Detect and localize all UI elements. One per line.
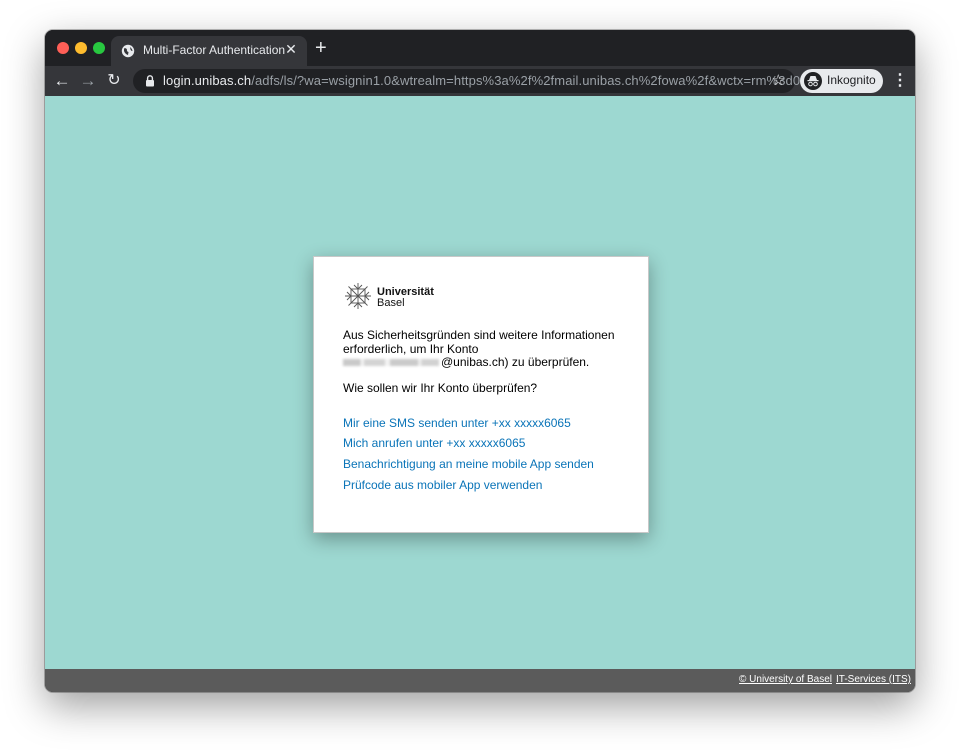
- close-icon[interactable]: ✕: [283, 41, 299, 58]
- option-call-link[interactable]: Mich anrufen unter +xx xxxxx6065: [343, 436, 525, 450]
- it-services-link[interactable]: IT-Services (ITS): [836, 674, 911, 685]
- email-suffix: @unibas.ch) zu überprüfen.: [441, 355, 590, 369]
- star-icon[interactable]: ☆: [772, 71, 785, 89]
- lock-icon: [146, 75, 154, 87]
- window-close-button[interactable]: [57, 42, 69, 54]
- verify-question: Wie sollen wir Ihr Konto überprüfen?: [343, 381, 538, 395]
- intro-text: Aus Sicherheitsgründen sind weitere Info…: [343, 328, 615, 356]
- mfa-dialog: Universität Basel Aus Sicherheitsgründen…: [313, 256, 649, 533]
- redacted-username: [343, 359, 439, 367]
- address-bar[interactable]: login.unibas.ch/adfs/ls/?wa=wsignin1.0&w…: [133, 69, 811, 93]
- url-text: login.unibas.ch/adfs/ls/?wa=wsignin1.0&w…: [163, 73, 811, 88]
- page-footer: © University of Basel IT-Services (ITS): [45, 669, 915, 692]
- copyright-link[interactable]: © University of Basel: [739, 674, 832, 685]
- url-host: login.unibas.ch: [163, 73, 252, 88]
- window-minimize-button[interactable]: [75, 42, 87, 54]
- incognito-icon: [804, 72, 822, 90]
- forward-arrow-icon[interactable]: →: [77, 70, 99, 92]
- option-sms-link[interactable]: Mir eine SMS senden unter +xx xxxxx6065: [343, 416, 571, 430]
- university-logo-icon: [345, 283, 371, 309]
- option-app-code-link[interactable]: Prüfcode aus mobiler App verwenden: [343, 478, 542, 492]
- back-arrow-icon[interactable]: ←: [51, 70, 73, 92]
- reload-icon[interactable]: ↻: [103, 70, 125, 92]
- tab-title: Multi-Factor Authentication: [143, 43, 286, 57]
- browser-toolbar: ← → ↻ login.unibas.ch/adfs/ls/?wa=wsigni…: [45, 66, 915, 96]
- incognito-label: Inkognito: [827, 73, 876, 87]
- browser-tab[interactable]: Multi-Factor Authentication ✕: [111, 36, 307, 66]
- intro-paragraph: Aus Sicherheitsgründen sind weitere Info…: [343, 328, 623, 370]
- globe-icon: [121, 44, 135, 58]
- window-maximize-button[interactable]: [93, 42, 105, 54]
- browser-window: Multi-Factor Authentication ✕ + ← → ↻ lo…: [45, 30, 915, 692]
- tab-strip: Multi-Factor Authentication ✕ +: [45, 30, 915, 66]
- incognito-button[interactable]: Inkognito: [800, 69, 883, 93]
- option-app-notification-link[interactable]: Benachrichtigung an meine mobile App sen…: [343, 457, 594, 471]
- url-path: /adfs/ls/?wa=wsignin1.0&wtrealm=https%3a…: [251, 73, 812, 88]
- kebab-menu-icon[interactable]: ⋮: [892, 70, 908, 90]
- logo-text-line2: Basel: [377, 297, 405, 309]
- plus-icon[interactable]: +: [315, 38, 327, 58]
- page-content: Universität Basel Aus Sicherheitsgründen…: [45, 96, 915, 669]
